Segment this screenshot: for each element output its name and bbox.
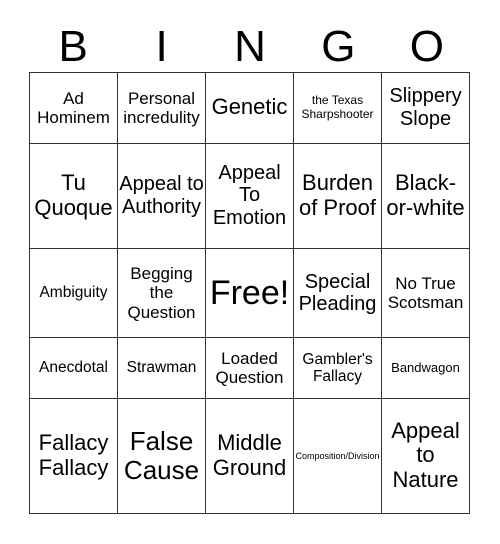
bingo-cell[interactable]: Burden of Proof (293, 142, 382, 249)
cell-label: False Cause (123, 425, 200, 485)
cell-label: Black-or-white (386, 170, 465, 220)
bingo-cell[interactable]: Appeal To Emotion (205, 142, 294, 249)
bingo-cell[interactable]: Middle Ground (205, 397, 294, 515)
cell-label: No True Scotsman (387, 273, 464, 312)
bingo-cell[interactable]: Composition/Division (293, 397, 382, 515)
cell-label: Burden of Proof (298, 170, 377, 220)
cell-label: Begging the Question (127, 264, 196, 322)
bingo-cell[interactable]: Special Pleading (293, 247, 382, 339)
cell-label: Slippery Slope (389, 85, 462, 130)
grid-row-5: Fallacy Fallacy False Cause Middle Groun… (29, 397, 470, 515)
bingo-cell[interactable]: No True Scotsman (381, 247, 470, 339)
bingo-cell[interactable]: Slippery Slope (381, 72, 470, 144)
bingo-cell[interactable]: Appeal to Nature (381, 397, 470, 515)
grid-row-3: Ambiguity Begging the Question Free! Spe… (29, 247, 470, 339)
cell-label: Anecdotal (39, 359, 108, 377)
bingo-cell[interactable]: False Cause (117, 397, 206, 515)
cell-label: Appeal To Emotion (212, 162, 287, 229)
bingo-cell[interactable]: Ad Hominem (29, 72, 118, 144)
bingo-cell[interactable]: Loaded Question (205, 337, 294, 399)
grid-row-1: Ad Hominem Personal incredulity Genetic … (29, 72, 470, 144)
cell-label: Fallacy Fallacy (38, 430, 109, 480)
cell-label: Bandwagon (391, 359, 460, 375)
bingo-cell[interactable]: the Texas Sharpshooter (293, 72, 382, 144)
header-letter-b: B (58, 22, 88, 71)
grid-row-4: Anecdotal Strawman Loaded Question Gambl… (29, 337, 470, 399)
header-letter-i: I (155, 22, 168, 71)
bingo-cell[interactable]: Gambler's Fallacy (293, 337, 382, 399)
header-letter-g: G (321, 22, 356, 71)
bingo-cell[interactable]: Bandwagon (381, 337, 470, 399)
free-space-cell[interactable]: Free! (205, 247, 294, 339)
cell-label: Genetic (211, 94, 288, 120)
cell-label: Composition/Division (295, 450, 380, 461)
cell-label: Appeal to Authority (119, 173, 204, 218)
bingo-cell[interactable]: Black-or-white (381, 142, 470, 249)
bingo-cell[interactable]: Appeal to Authority (117, 142, 206, 249)
cell-label: Tu Quoque (34, 170, 113, 220)
bingo-cell[interactable]: Fallacy Fallacy (29, 397, 118, 515)
header-letter-n: N (234, 22, 266, 71)
cell-label: Strawman (126, 359, 197, 377)
cell-label: Special Pleading (298, 270, 377, 315)
cell-label: the Texas Sharpshooter (301, 93, 374, 121)
bingo-cell[interactable]: Anecdotal (29, 337, 118, 399)
bingo-cell[interactable]: Tu Quoque (29, 142, 118, 249)
bingo-cell[interactable]: Ambiguity (29, 247, 118, 339)
bingo-header: B I N G O (29, 22, 471, 72)
grid-row-2: Tu Quoque Appeal to Authority Appeal To … (29, 142, 470, 249)
cell-label: Ad Hominem (37, 88, 110, 127)
bingo-cell[interactable]: Begging the Question (117, 247, 206, 339)
free-space-label: Free! (209, 273, 290, 312)
cell-label: Ambiguity (39, 284, 108, 302)
header-letter-o: O (409, 22, 444, 71)
bingo-cell[interactable]: Personal incredulity (117, 72, 206, 144)
cell-label: Gambler's Fallacy (302, 350, 373, 385)
bingo-cell[interactable]: Genetic (205, 72, 294, 144)
bingo-grid: Ad Hominem Personal incredulity Genetic … (29, 72, 470, 515)
cell-label: Appeal to Nature (391, 417, 460, 493)
bingo-cell[interactable]: Strawman (117, 337, 206, 399)
cell-label: Personal incredulity (123, 88, 200, 127)
cell-label: Middle Ground (212, 430, 287, 480)
cell-label: Loaded Question (215, 348, 284, 387)
